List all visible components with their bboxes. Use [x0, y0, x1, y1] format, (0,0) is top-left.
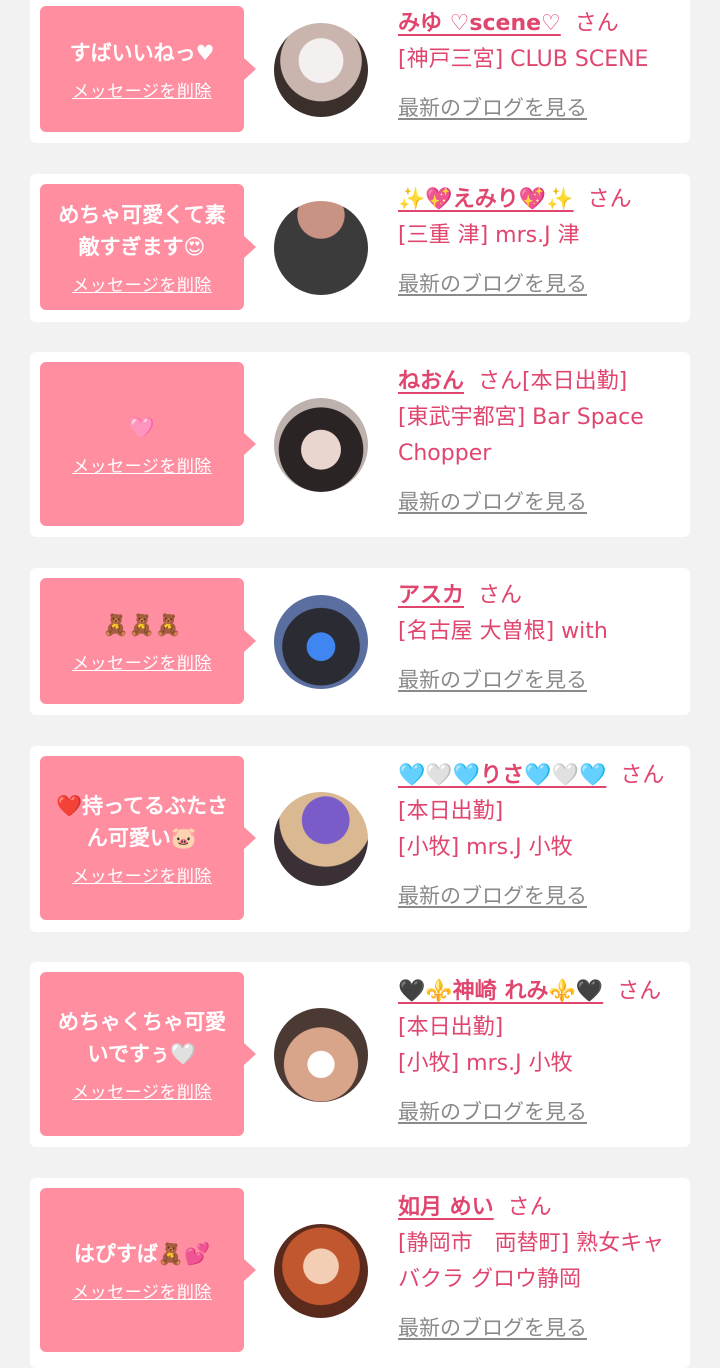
cast-info: 🩵🤍🩵りさ🩵🤍🩵 さん [本日出勤] [小牧] mrs.J 小牧 最新のブログを見る: [398, 758, 674, 910]
work-status: [本日出勤]: [398, 799, 504, 824]
delete-message-link[interactable]: メッセージを削除: [72, 1078, 212, 1103]
cast-name-link[interactable]: アスカ: [398, 583, 464, 608]
avatar[interactable]: [274, 23, 368, 117]
cast-info: ねおん さん[本日出勤] [東武宇都宮] Bar Space Chopper 最新…: [398, 364, 674, 516]
message-card: 🧸🧸🧸 メッセージを削除 アスカ さん [名古屋 大曽根] with 最新のブログ…: [30, 568, 690, 715]
avatar[interactable]: [274, 1224, 368, 1318]
delete-message-link[interactable]: メッセージを削除: [72, 77, 212, 102]
honorific: さん: [507, 1195, 552, 1220]
message-bubble: 🩷 メッセージを削除: [40, 362, 256, 526]
message-text: 🩷: [128, 415, 156, 440]
cast-name-link[interactable]: ✨💖えみり💖✨: [398, 187, 574, 212]
cast-name-link[interactable]: 🖤⚜️神崎 れみ⚜️🖤: [398, 979, 603, 1004]
honorific: さん: [617, 979, 662, 1004]
cast-info: アスカ さん [名古屋 大曽根] with 最新のブログを見る: [398, 578, 674, 694]
delete-message-link[interactable]: メッセージを削除: [72, 1278, 212, 1303]
cast-name-link[interactable]: みゆ ♡scene♡: [398, 11, 561, 36]
shop-name: [小牧] mrs.J 小牧: [398, 1051, 573, 1076]
cast-name-link[interactable]: 🩵🤍🩵りさ🩵🤍🩵: [398, 763, 606, 788]
work-status: [本日出勤]: [522, 369, 628, 394]
delete-message-link[interactable]: メッセージを削除: [72, 862, 212, 887]
message-bubble: めちゃ可愛くて素敵すぎます😍 メッセージを削除: [40, 184, 256, 310]
message-bubble: すばいいねっ♥ メッセージを削除: [40, 6, 256, 132]
message-card: はぴすば🧸💕 メッセージを削除 如月 めい さん [静岡市 両替町] 熟女キャバク…: [30, 1178, 690, 1368]
message-text: はぴすば🧸💕: [73, 1241, 211, 1266]
message-text: めちゃ可愛くて素敵すぎます😍: [58, 202, 226, 259]
message-text: 🧸🧸🧸: [102, 612, 182, 637]
latest-blog-link[interactable]: 最新のブログを見る: [398, 1096, 587, 1126]
message-text: すばいいねっ♥: [69, 40, 215, 65]
cast-name-link[interactable]: 如月 めい: [398, 1195, 494, 1220]
delete-message-link[interactable]: メッセージを削除: [72, 271, 212, 296]
message-card: 🩷 メッセージを削除 ねおん さん[本日出勤] [東武宇都宮] Bar Space…: [30, 352, 690, 537]
delete-message-link[interactable]: メッセージを削除: [72, 452, 212, 477]
work-status: [本日出勤]: [398, 1015, 504, 1040]
message-card: めちゃくちゃ可愛いですぅ🤍 メッセージを削除 🖤⚜️神崎 れみ⚜️🖤 さん [本日出…: [30, 962, 690, 1147]
message-bubble: はぴすば🧸💕 メッセージを削除: [40, 1188, 256, 1352]
message-bubble: 🧸🧸🧸 メッセージを削除: [40, 578, 256, 704]
avatar[interactable]: [274, 201, 368, 295]
avatar[interactable]: [274, 1008, 368, 1102]
latest-blog-link[interactable]: 最新のブログを見る: [398, 880, 587, 910]
message-list: すばいいねっ♥ メッセージを削除 みゆ ♡scene♡ さん [神戸三宮] CLU…: [0, 0, 720, 1368]
shop-name: [小牧] mrs.J 小牧: [398, 835, 573, 860]
honorific: さん: [478, 583, 523, 608]
shop-name: [東武宇都宮] Bar Space Chopper: [398, 405, 644, 466]
message-card: すばいいねっ♥ メッセージを削除 みゆ ♡scene♡ さん [神戸三宮] CLU…: [30, 0, 690, 143]
honorific: さん: [478, 369, 523, 394]
latest-blog-link[interactable]: 最新のブログを見る: [398, 664, 587, 694]
message-bubble: めちゃくちゃ可愛いですぅ🤍 メッセージを削除: [40, 972, 256, 1136]
honorific: さん: [574, 11, 619, 36]
cast-info: ✨💖えみり💖✨ さん [三重 津] mrs.J 津 最新のブログを見る: [398, 182, 674, 298]
message-text: めちゃくちゃ可愛いですぅ🤍: [58, 1009, 226, 1066]
avatar[interactable]: [274, 792, 368, 886]
cast-info: みゆ ♡scene♡ さん [神戸三宮] CLUB SCENE 最新のブログを見る: [398, 6, 674, 122]
latest-blog-link[interactable]: 最新のブログを見る: [398, 1312, 587, 1342]
message-text: ❤️持ってるぶたさん可愛い🐷: [55, 793, 229, 850]
delete-message-link[interactable]: メッセージを削除: [72, 649, 212, 674]
message-card: ❤️持ってるぶたさん可愛い🐷 メッセージを削除 🩵🤍🩵りさ🩵🤍🩵 さん [本日出勤]…: [30, 746, 690, 932]
cast-name-link[interactable]: ねおん: [398, 369, 464, 394]
honorific: さん: [587, 187, 632, 212]
avatar[interactable]: [274, 595, 368, 689]
shop-name: [名古屋 大曽根] with: [398, 619, 608, 644]
message-card: めちゃ可愛くて素敵すぎます😍 メッセージを削除 ✨💖えみり💖✨ さん [三重 津]…: [30, 174, 690, 322]
latest-blog-link[interactable]: 最新のブログを見る: [398, 92, 587, 122]
cast-info: 🖤⚜️神崎 れみ⚜️🖤 さん [本日出勤] [小牧] mrs.J 小牧 最新のブログ…: [398, 974, 674, 1126]
message-bubble: ❤️持ってるぶたさん可愛い🐷 メッセージを削除: [40, 756, 256, 920]
shop-name: [神戸三宮] CLUB SCENE: [398, 47, 649, 72]
honorific: さん: [620, 763, 665, 788]
shop-name: [静岡市 両替町] 熟女キャバクラ グロウ静岡: [398, 1231, 665, 1292]
latest-blog-link[interactable]: 最新のブログを見る: [398, 268, 587, 298]
cast-info: 如月 めい さん [静岡市 両替町] 熟女キャバクラ グロウ静岡 最新のブログを見…: [398, 1190, 674, 1342]
avatar[interactable]: [274, 398, 368, 492]
latest-blog-link[interactable]: 最新のブログを見る: [398, 486, 587, 516]
shop-name: [三重 津] mrs.J 津: [398, 223, 580, 248]
